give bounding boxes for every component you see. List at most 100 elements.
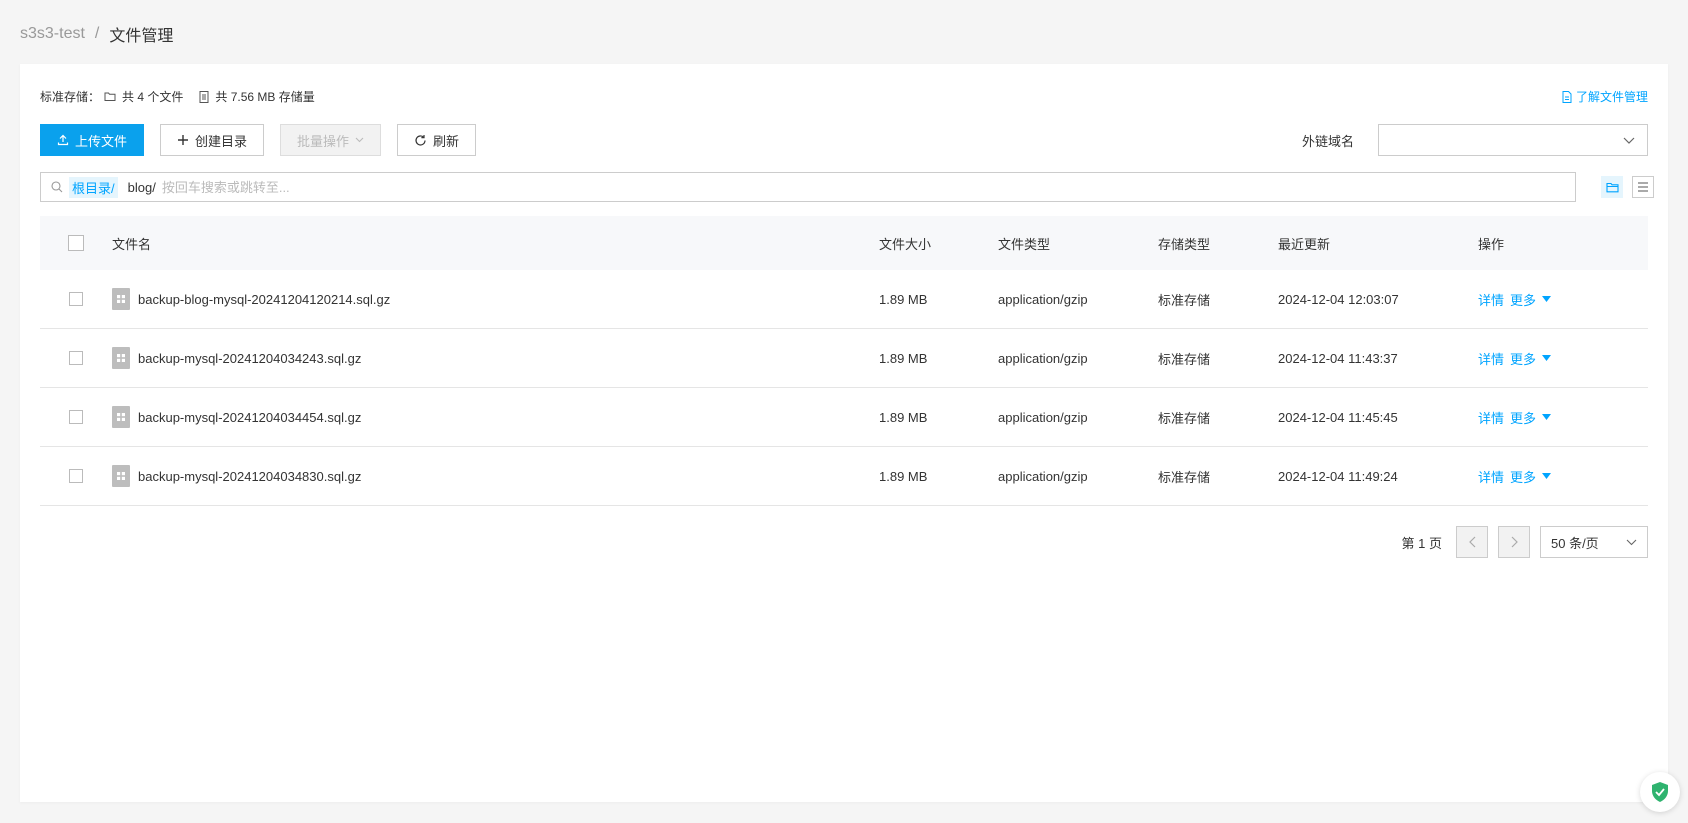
page-size-value: 50 条/页 xyxy=(1551,535,1599,551)
more-label: 更多 xyxy=(1510,351,1537,367)
path-search-input[interactable] xyxy=(161,179,1575,195)
refresh-label: 刷新 xyxy=(433,133,460,149)
breadcrumb-bucket[interactable]: s3s3-test xyxy=(20,25,85,43)
chevron-left-icon xyxy=(1468,536,1476,548)
refresh-icon xyxy=(414,134,427,147)
header-type: 文件类型 xyxy=(998,236,1051,252)
file-size: 1.89 MB xyxy=(879,291,928,307)
caret-down-icon xyxy=(1542,414,1552,420)
upload-file-button[interactable]: 上传文件 xyxy=(40,124,145,156)
external-domain-group: 外链域名 xyxy=(1302,124,1648,156)
list-view-toggle[interactable] xyxy=(1632,176,1654,198)
create-directory-label: 创建目录 xyxy=(195,133,248,149)
detail-link[interactable]: 详情 xyxy=(1478,408,1504,427)
more-dropdown[interactable]: 更多 xyxy=(1510,408,1552,427)
path-root-segment[interactable]: 根目录/ xyxy=(69,176,118,198)
plus-icon xyxy=(177,134,189,146)
last-updated: 2024-12-04 11:45:45 xyxy=(1278,409,1398,425)
page-size-select[interactable]: 50 条/页 xyxy=(1540,526,1648,558)
header-size: 文件大小 xyxy=(879,236,932,252)
chevron-down-icon xyxy=(1626,539,1637,546)
search-icon xyxy=(51,181,63,193)
more-dropdown[interactable]: 更多 xyxy=(1510,290,1552,309)
row-checkbox[interactable] xyxy=(69,469,83,483)
folder-icon xyxy=(104,91,116,102)
pagination: 第 1 页 50 条/页 xyxy=(1402,526,1648,558)
security-shield-badge[interactable] xyxy=(1640,772,1680,812)
detail-link[interactable]: 详情 xyxy=(1478,290,1504,309)
file-name[interactable]: backup-mysql-20241204034243.sql.gz xyxy=(138,351,361,366)
folder-view-toggle[interactable] xyxy=(1601,176,1623,198)
file-size: 1.89 MB xyxy=(879,350,928,366)
file-size: 1.89 MB xyxy=(879,468,928,484)
caret-down-icon xyxy=(1542,296,1552,302)
header-updated: 最近更新 xyxy=(1278,236,1331,252)
chevron-down-icon xyxy=(1623,137,1635,144)
batch-operation-button[interactable]: 批量操作 xyxy=(280,124,382,156)
chevron-right-icon xyxy=(1511,536,1518,548)
file-count-text: 共 4 个文件 xyxy=(122,90,184,104)
more-dropdown[interactable]: 更多 xyxy=(1510,467,1552,486)
row-checkbox[interactable] xyxy=(69,410,83,424)
upload-icon xyxy=(57,134,69,146)
header-actions: 操作 xyxy=(1478,236,1505,252)
storage-class-label: 标准存储： xyxy=(40,90,101,104)
breadcrumb-separator: / xyxy=(94,25,100,42)
table-row: backup-mysql-20241204034454.sql.gz 1.89 … xyxy=(40,388,1648,447)
header-storage: 存储类型 xyxy=(1158,236,1211,252)
select-all-checkbox[interactable] xyxy=(68,235,84,251)
storage-type: 标准存储 xyxy=(1158,469,1211,485)
file-type: application/gzip xyxy=(998,350,1088,366)
file-name[interactable]: backup-blog-mysql-20241204120214.sql.gz xyxy=(138,292,390,307)
current-page-label: 第 1 页 xyxy=(1401,535,1442,551)
list-icon xyxy=(1637,182,1649,192)
next-page-button[interactable] xyxy=(1498,526,1530,558)
file-type: application/gzip xyxy=(998,291,1088,307)
file-icon xyxy=(112,465,130,487)
file-icon xyxy=(112,406,130,428)
file-type: application/gzip xyxy=(998,468,1088,484)
file-icon xyxy=(112,347,130,369)
more-label: 更多 xyxy=(1510,469,1537,485)
file-icon xyxy=(112,288,130,310)
path-search-bar[interactable]: 根目录/ blog/ xyxy=(40,172,1576,202)
more-label: 更多 xyxy=(1510,292,1537,308)
row-checkbox[interactable] xyxy=(69,351,83,365)
refresh-button[interactable]: 刷新 xyxy=(397,124,477,156)
page-title: 文件管理 xyxy=(109,28,174,45)
chevron-down-icon xyxy=(355,137,364,143)
last-updated: 2024-12-04 11:43:37 xyxy=(1278,350,1398,366)
learn-link-label: 了解文件管理 xyxy=(1575,90,1648,104)
file-name[interactable]: backup-mysql-20241204034454.sql.gz xyxy=(138,410,361,425)
external-domain-select[interactable] xyxy=(1378,124,1648,156)
file-type: application/gzip xyxy=(998,409,1088,425)
storage-icon xyxy=(199,90,209,103)
file-count: 共 4 个文件 xyxy=(104,88,183,105)
table-row: backup-blog-mysql-20241204120214.sql.gz … xyxy=(40,270,1648,329)
table-row: backup-mysql-20241204034830.sql.gz 1.89 … xyxy=(40,447,1648,506)
detail-link[interactable]: 详情 xyxy=(1478,467,1504,486)
prev-page-button[interactable] xyxy=(1456,526,1488,558)
create-directory-button[interactable]: 创建目录 xyxy=(160,124,265,156)
breadcrumb: s3s3-test / 文件管理 xyxy=(20,22,173,46)
path-segment-blog[interactable]: blog/ xyxy=(128,180,156,195)
storage-type: 标准存储 xyxy=(1158,410,1211,426)
table-row: backup-mysql-20241204034243.sql.gz 1.89 … xyxy=(40,329,1648,388)
select-all-cell xyxy=(40,235,112,251)
shield-check-icon xyxy=(1650,781,1670,803)
learn-file-management-link[interactable]: 了解文件管理 xyxy=(1562,88,1648,105)
caret-down-icon xyxy=(1542,355,1552,361)
storage-used-text: 共 7.56 MB 存储量 xyxy=(215,90,315,104)
row-checkbox[interactable] xyxy=(69,292,83,306)
storage-summary: 标准存储： 共 4 个文件 共 7.56 MB 存储量 xyxy=(40,88,331,105)
more-dropdown[interactable]: 更多 xyxy=(1510,349,1552,368)
header-name: 文件名 xyxy=(112,236,152,252)
file-table: 文件名 文件大小 文件类型 存储类型 最近更新 操作 backup-blog-m… xyxy=(40,216,1648,506)
file-size: 1.89 MB xyxy=(879,409,928,425)
external-domain-label: 外链域名 xyxy=(1301,133,1354,149)
detail-link[interactable]: 详情 xyxy=(1478,349,1504,368)
folder-icon xyxy=(1605,182,1619,193)
file-name[interactable]: backup-mysql-20241204034830.sql.gz xyxy=(138,469,361,484)
last-updated: 2024-12-04 11:49:24 xyxy=(1278,468,1398,484)
file-manager-panel: 标准存储： 共 4 个文件 共 7.56 MB 存储量 了解文件管理 上传文件 xyxy=(20,64,1668,802)
